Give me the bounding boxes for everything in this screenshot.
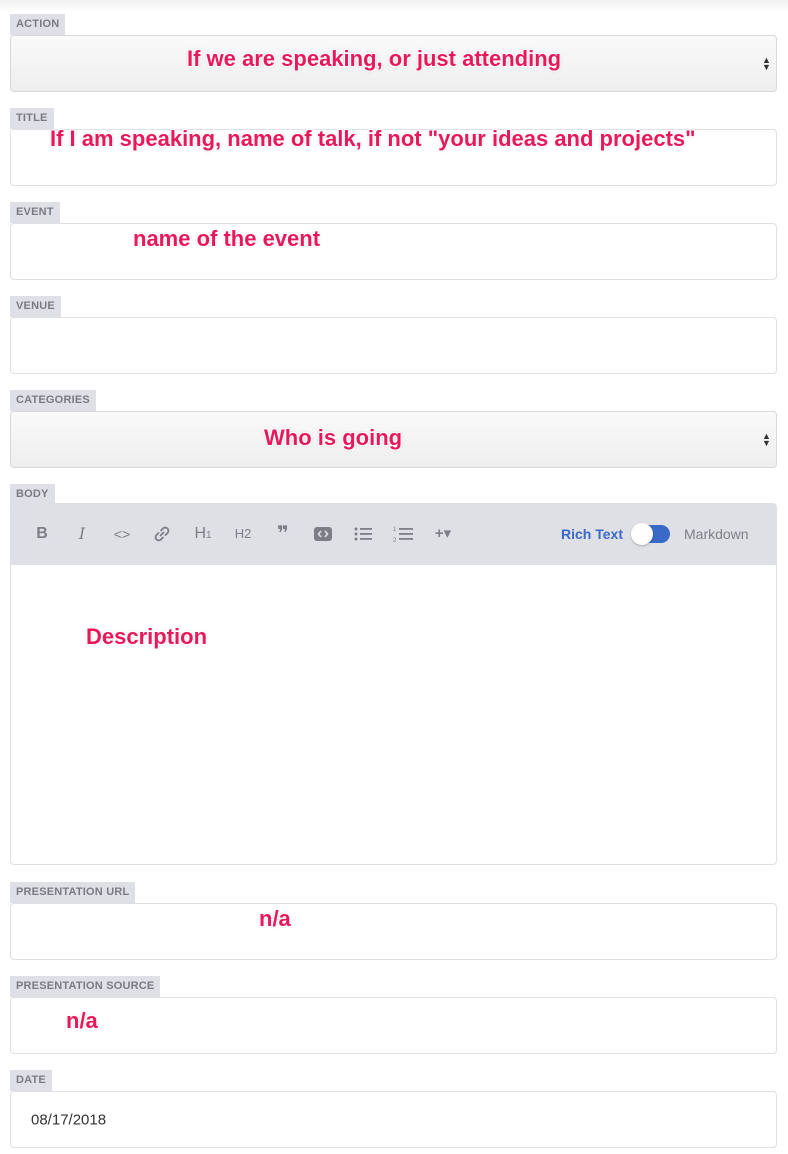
heading-2-button[interactable]: H2 [230,523,256,545]
action-label: ACTION [10,14,66,35]
venue-label: VENUE [10,296,61,317]
event-annotation: name of the event [133,226,321,251]
body-annotation: Description [86,624,208,649]
numbered-list-button[interactable]: 1 2 [390,523,416,545]
markdown-toggle-label[interactable]: Markdown [684,523,749,545]
rich-text-toggle-label[interactable]: Rich Text [561,523,623,545]
action-annotation: If we are speaking, or just attending [187,46,562,71]
link-button[interactable] [149,523,175,545]
body-editor[interactable] [10,565,777,865]
bulleted-list-icon [354,527,372,541]
venue-input[interactable] [10,317,777,374]
title-label: TITLE [10,108,54,129]
body-field: BODY B I <> H1 H2 ❞ 1 2 +▾ Rich Text Mar… [10,484,777,866]
body-label: BODY [10,484,55,505]
bold-button[interactable]: B [29,523,55,545]
date-value: 08/17/2018 [31,1111,107,1128]
svg-text:1: 1 [393,527,397,533]
heading-1-button[interactable]: H1 [190,523,216,545]
quote-button[interactable]: ❞ [270,523,296,545]
presentation-url-input[interactable] [10,903,777,960]
presentation-url-label: PRESENTATION URL [10,882,136,903]
italic-button[interactable]: I [69,523,95,545]
categories-label: CATEGORIES [10,390,96,411]
code-button[interactable]: <> [109,523,135,545]
event-input[interactable] [10,223,777,280]
editor-toolbar: B I <> H1 H2 ❞ 1 2 +▾ Rich Text Markdown [10,503,777,565]
date-label: DATE [10,1070,52,1091]
select-arrows-icon: ▲ ▼ [762,430,771,448]
presentation-source-annotation: n/a [66,1008,98,1033]
event-label: EVENT [10,202,60,223]
link-icon [154,526,170,542]
presentation-url-annotation: n/a [259,906,291,931]
h2-sub: 2 [244,526,252,541]
h1-sub: 1 [206,530,212,541]
toggle-knob [631,523,653,545]
numbered-list-icon: 1 2 [393,527,413,544]
presentation-source-input[interactable] [10,997,777,1054]
editor-mode-toggle[interactable] [631,523,670,545]
add-component-button[interactable]: +▾ [430,523,456,545]
title-annotation: If I am speaking, name of talk, if not "… [50,126,696,151]
top-edge [0,0,788,12]
code-block-icon [314,527,332,541]
h2-letter: H [234,526,245,541]
svg-text:2: 2 [393,538,397,543]
code-block-button[interactable] [310,523,336,545]
presentation-source-label: PRESENTATION SOURCE [10,976,161,997]
categories-annotation: Who is going [264,425,403,450]
bulleted-list-button[interactable] [350,523,376,545]
select-arrows-icon: ▲ ▼ [762,54,771,72]
h1-letter: H [194,525,206,542]
date-input[interactable]: 08/17/2018 [10,1091,777,1148]
